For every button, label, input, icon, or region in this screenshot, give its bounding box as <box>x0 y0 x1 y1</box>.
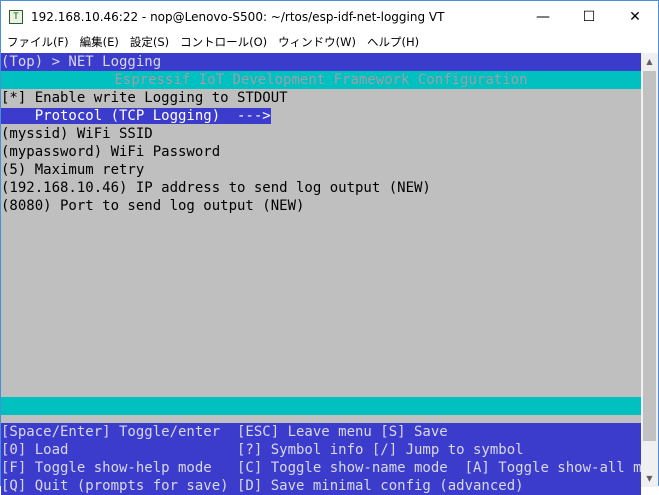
menu-control[interactable]: コントロール(O) <box>180 34 267 50</box>
terminal-window: T 192.168.10.46:22 - nop@Lenovo-S500: ~/… <box>0 0 659 495</box>
minimize-button[interactable]: — <box>520 1 566 32</box>
scroll-thumb[interactable] <box>643 71 656 441</box>
window-title: 192.168.10.46:22 - nop@Lenovo-S500: ~/rt… <box>31 9 445 24</box>
help-separator <box>1 397 641 415</box>
help-footer: [Space/Enter] Toggle/enter [ESC] Leave m… <box>1 423 659 495</box>
help-line-load: [0] Load [?] Symbol info [/] Jump to sym… <box>1 442 524 458</box>
menu-help[interactable]: ヘルプ(H) <box>367 34 419 50</box>
menu-file[interactable]: ファイル(F) <box>7 34 69 50</box>
menu-setup[interactable]: 設定(S) <box>130 34 169 50</box>
help-line-quit: [Q] Quit (prompts for save) [D] Save min… <box>1 478 524 494</box>
option-enable-stdout[interactable]: [*] Enable write Logging to STDOUT <box>1 89 641 107</box>
maximize-button[interactable]: ☐ <box>566 1 612 32</box>
option-protocol-row[interactable]: Protocol (TCP Logging) ---> <box>1 107 641 125</box>
teraterm-app-icon[interactable]: T <box>9 9 23 24</box>
option-port[interactable]: (8080) Port to send log output (NEW) <box>1 197 641 215</box>
option-ip-address[interactable]: (192.168.10.46) IP address to send log o… <box>1 179 641 197</box>
help-line-modes: [F] Toggle show-help mode [C] Toggle sho… <box>1 460 659 476</box>
option-maximum-retry[interactable]: (5) Maximum retry <box>1 161 641 179</box>
config-header: Espressif IoT Development Framework Conf… <box>1 71 641 89</box>
terminal-screen[interactable]: (Top) > NET Logging Espressif IoT Develo… <box>1 53 659 495</box>
breadcrumb: (Top) > NET Logging <box>1 53 641 71</box>
option-wifi-ssid[interactable]: (myssid) WiFi SSID <box>1 125 641 143</box>
scroll-down-arrow-icon[interactable]: ▼ <box>641 470 658 487</box>
menu-window[interactable]: ウィンドウ(W) <box>278 34 356 50</box>
menu-bar: ファイル(F) 編集(E) 設定(S) コントロール(O) ウィンドウ(W) ヘ… <box>1 32 658 52</box>
window-controls: — ☐ ✕ <box>520 1 658 32</box>
help-line-toggle: [Space/Enter] Toggle/enter [ESC] Leave m… <box>1 424 448 440</box>
close-button[interactable]: ✕ <box>612 1 658 32</box>
title-bar[interactable]: T 192.168.10.46:22 - nop@Lenovo-S500: ~/… <box>1 1 658 32</box>
vertical-scrollbar[interactable]: ▲ ▼ <box>641 53 658 487</box>
menu-edit[interactable]: 編集(E) <box>80 34 119 50</box>
option-wifi-password[interactable]: (mypassword) WiFi Password <box>1 143 641 161</box>
option-protocol-selected[interactable]: Protocol (TCP Logging) ---> <box>1 108 271 124</box>
scroll-up-arrow-icon[interactable]: ▲ <box>641 53 658 70</box>
